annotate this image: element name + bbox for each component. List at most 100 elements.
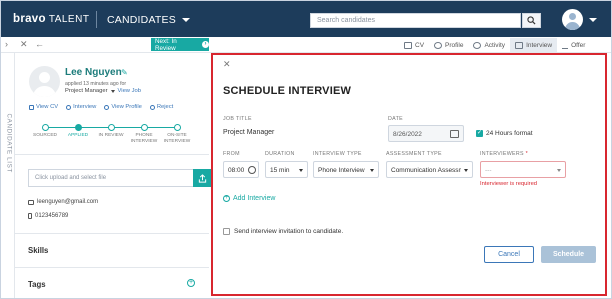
candidate-phone: 0123456789 [28, 213, 68, 219]
job-title[interactable]: Project Manager [65, 88, 108, 94]
send-invitation-label: Send interview invitation to candidate. [234, 228, 344, 235]
skills-heading[interactable]: Skills [28, 246, 48, 255]
edit-icon[interactable]: ✎ [121, 68, 128, 77]
interview-type-label: INTERVIEW TYPE [313, 151, 362, 157]
stage-label: ON-SITE INTERVIEW [163, 133, 191, 144]
offer-icon [562, 42, 569, 49]
modal-title: SCHEDULE INTERVIEW [223, 85, 352, 97]
back-arrow-icon[interactable]: ← [35, 40, 44, 49]
date-label: DATE [388, 116, 403, 122]
stage-dot[interactable] [141, 124, 148, 131]
plus-icon: + [223, 195, 230, 202]
interviewers-label-text: INTERVIEWERS [480, 151, 524, 157]
reject-icon [149, 104, 155, 110]
logo-text: bravo [13, 13, 46, 25]
search-icon [527, 16, 536, 25]
reject-link[interactable]: Reject [149, 104, 174, 110]
interviewers-error: Interviewer is required [480, 181, 538, 187]
duration-value: 15 min [270, 167, 290, 174]
action-label: Interview [73, 104, 97, 110]
interview-type-value: Phone Interview [318, 167, 365, 174]
tab-label: CV [415, 41, 425, 49]
candidate-tabs: CV Profile Activity Interview Offer [399, 38, 590, 52]
tab-activity[interactable]: Activity [468, 38, 510, 52]
cv-upload-field[interactable]: Click upload and select file [28, 169, 195, 187]
stage-dot[interactable] [174, 124, 181, 131]
action-label: View CV [36, 104, 59, 110]
date-value: 8/26/2022 [393, 131, 422, 138]
candidate-name: Lee Nguyen [65, 67, 122, 78]
profile-icon [434, 41, 443, 49]
chevron-down-icon[interactable] [110, 89, 115, 93]
tab-offer[interactable]: Offer [557, 38, 590, 52]
close-icon[interactable]: ✕ [223, 59, 231, 70]
user-menu-chevron-icon[interactable] [589, 18, 597, 22]
next-stage-label: Next: In Review [155, 37, 177, 52]
stage-dot[interactable] [108, 124, 115, 131]
chevron-down-icon [557, 169, 561, 172]
interview-link[interactable]: Interview [66, 104, 96, 110]
chevron-right-icon[interactable]: › [5, 40, 8, 49]
chevron-down-icon [299, 169, 303, 172]
candidate-list-toggle[interactable]: CANDIDATE LIST [1, 53, 15, 298]
duration-label: DURATION [265, 151, 295, 157]
stage-label: APPLIED [67, 133, 89, 138]
add-tag-icon[interactable]: + [187, 279, 195, 287]
phone-text[interactable]: 0123456789 [35, 213, 68, 219]
tab-interview[interactable]: Interview [510, 38, 558, 52]
module-label: CANDIDATES [107, 14, 176, 26]
tab-label: Offer [571, 41, 586, 49]
view-profile-link[interactable]: View Profile [104, 104, 142, 110]
hours-format-checkbox[interactable]: ✓ [476, 130, 483, 137]
upload-icon [198, 173, 206, 183]
tab-profile[interactable]: Profile [429, 38, 468, 52]
calendar-icon[interactable] [450, 130, 459, 138]
job-title-label: JOB TITLE [223, 116, 252, 122]
tags-heading[interactable]: Tags [28, 280, 46, 289]
search-input[interactable]: Search candidates [310, 13, 521, 28]
section-divider [15, 267, 209, 268]
view-cv-link[interactable]: View CV [29, 104, 58, 110]
stage-dot-current[interactable] [75, 124, 82, 131]
email-text[interactable]: leenguyen@gmail.com [37, 199, 98, 205]
assessment-type-label: ASSESSMENT TYPE [386, 151, 442, 157]
send-invitation-checkbox[interactable] [223, 228, 230, 235]
candidate-job: Project Manager View Job [65, 88, 141, 94]
stage-dot[interactable] [42, 124, 49, 131]
from-label: FROM [223, 151, 240, 157]
interviewers-select[interactable]: --- [480, 161, 566, 178]
assessment-type-value: Communication Assessment [391, 167, 461, 174]
cancel-button[interactable]: Cancel [484, 246, 534, 263]
section-divider [15, 154, 209, 155]
activity-icon [473, 41, 482, 49]
tab-cv[interactable]: CV [399, 38, 429, 52]
brand-logo[interactable]: bravo TALENT [13, 13, 89, 25]
tab-label: Activity [484, 41, 506, 49]
arrow-right-icon: › [202, 41, 209, 48]
view-job-link[interactable]: View Job [118, 88, 141, 94]
required-mark: * [525, 151, 528, 157]
close-panel-icon[interactable]: ✕ [20, 40, 28, 49]
candidate-email: leenguyen@gmail.com [28, 199, 98, 205]
eye-icon [104, 104, 110, 110]
assessment-type-select[interactable]: Communication Assessment [386, 161, 473, 178]
search-button[interactable] [522, 13, 541, 28]
date-picker[interactable]: 8/26/2022 [388, 125, 464, 142]
schedule-button[interactable]: Schedule [541, 246, 596, 263]
duration-select[interactable]: 15 min [265, 161, 308, 178]
next-stage-button[interactable]: Next: In Review › [151, 37, 209, 52]
interview-icon [515, 41, 524, 49]
section-divider [15, 233, 209, 234]
action-label: Reject [156, 104, 174, 110]
applied-text: applied 13 minutes ago for [65, 81, 127, 87]
module-dropdown[interactable]: CANDIDATES [107, 14, 190, 26]
upload-button[interactable] [193, 169, 211, 187]
user-avatar[interactable] [562, 9, 583, 30]
from-time-input[interactable]: 08:00 [223, 161, 259, 178]
interview-type-select[interactable]: Phone Interview [313, 161, 379, 178]
candidate-actions: View CV Interview View Profile Reject [29, 104, 173, 110]
add-interview-label: Add Interview [233, 195, 276, 202]
action-label: View Profile [111, 104, 142, 110]
interviewers-placeholder: --- [485, 167, 492, 174]
add-interview-button[interactable]: + Add Interview [223, 195, 275, 202]
